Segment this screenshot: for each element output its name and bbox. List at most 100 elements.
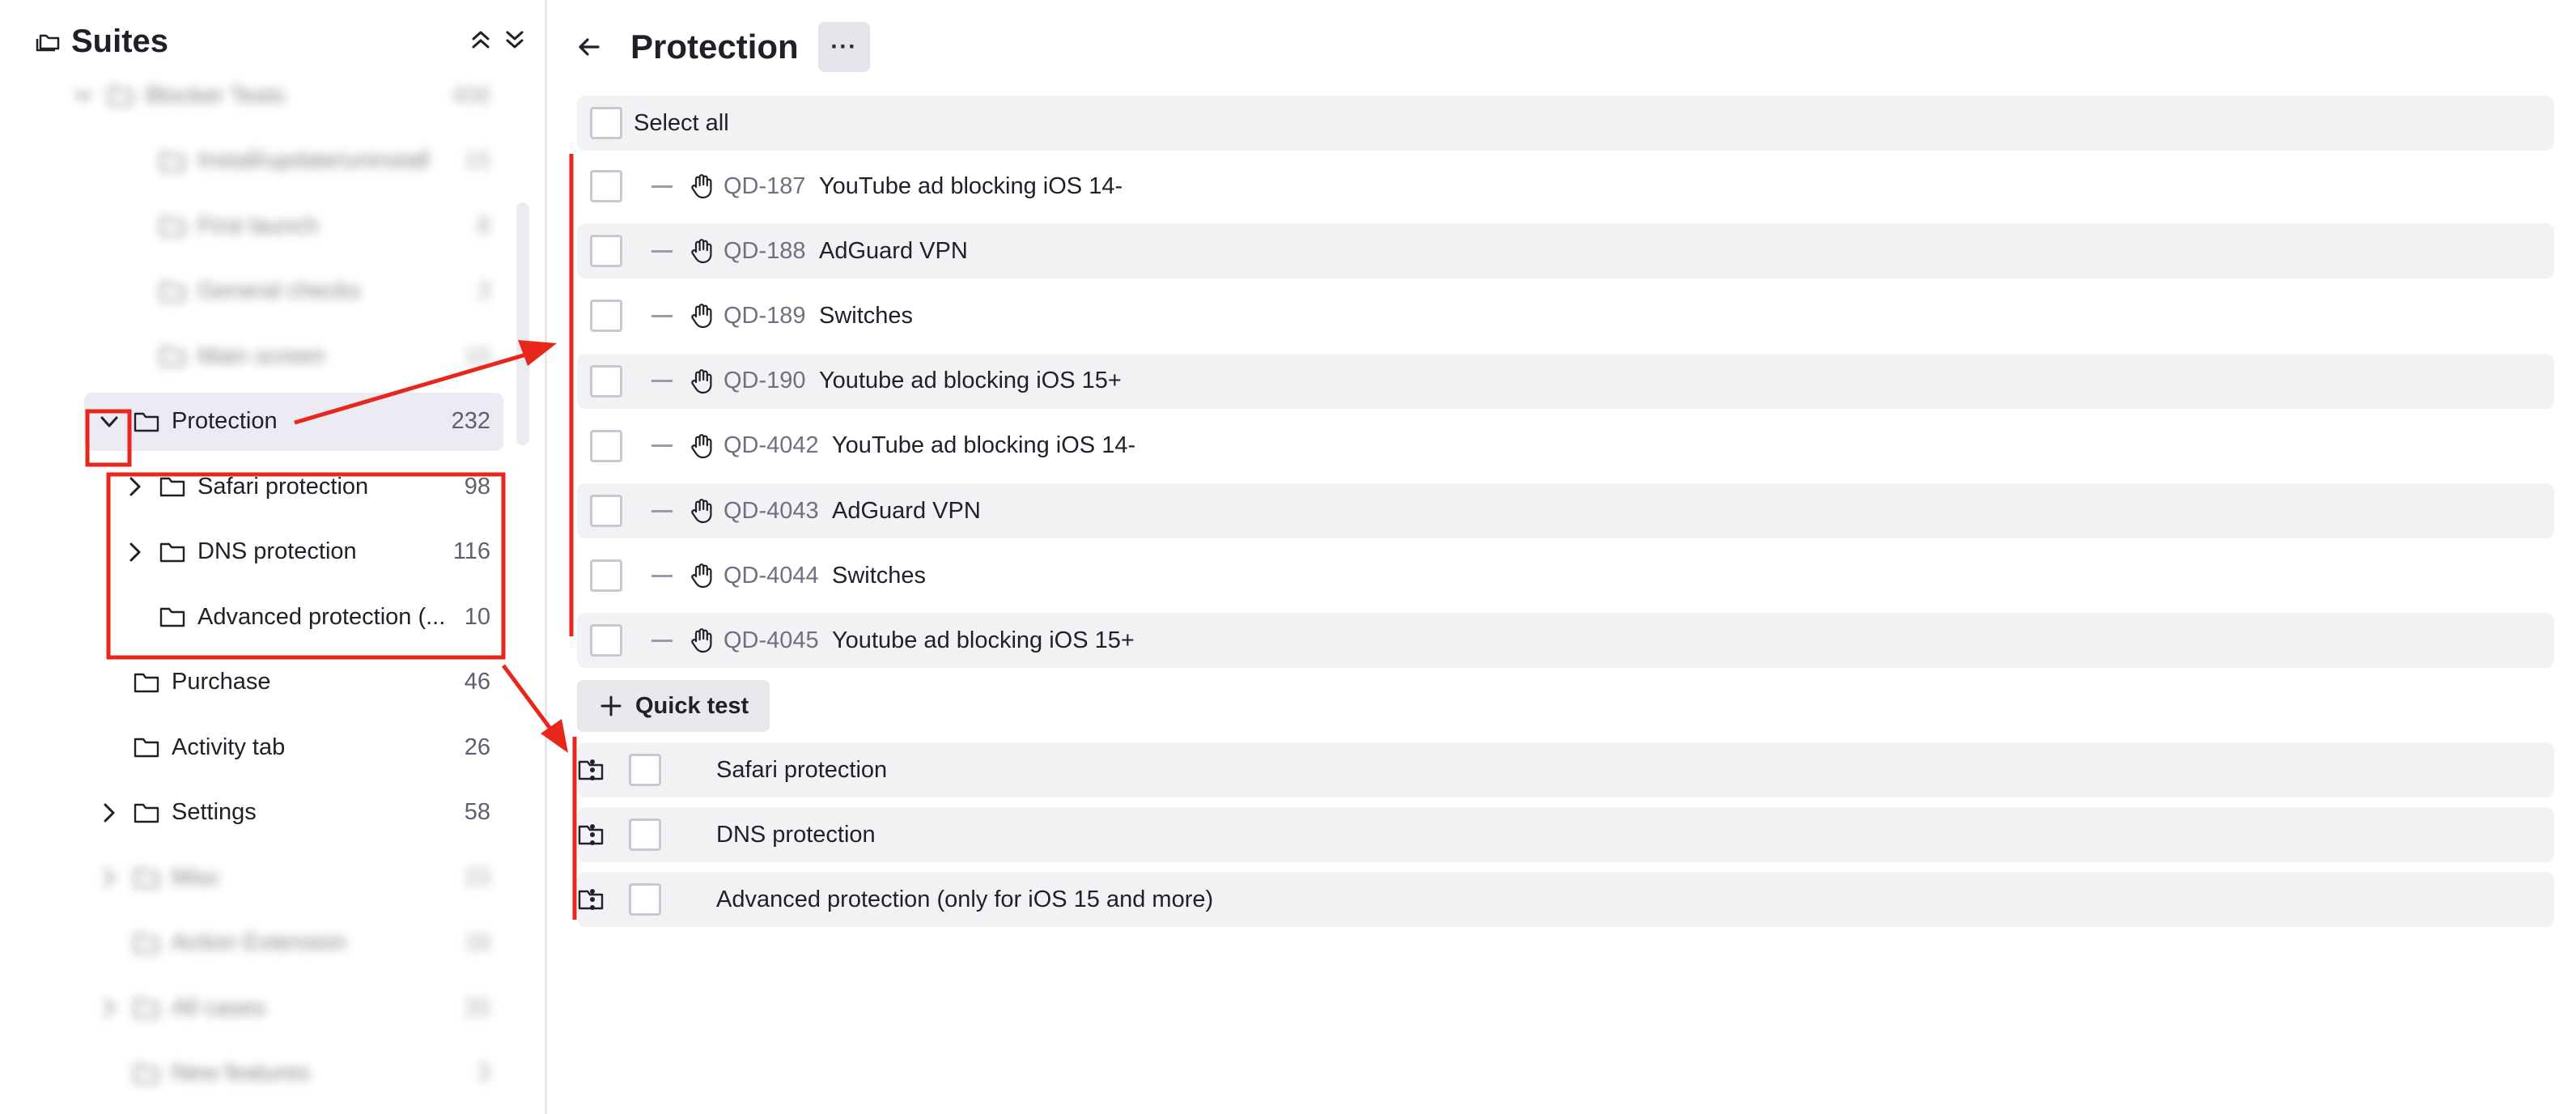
sidebar-item-settings[interactable]: Settings 58 (0, 784, 510, 842)
suite-label[interactable]: Safari protection (716, 757, 887, 784)
sidebar-header: Suites (36, 21, 168, 62)
case-title[interactable]: Youtube ad blocking iOS 15+ (819, 368, 1122, 394)
case-title[interactable]: Switches (819, 303, 913, 330)
case-id[interactable]: QD-4044 (724, 563, 819, 589)
folder-icon (159, 216, 185, 236)
priority-dash-icon (651, 639, 673, 642)
case-id[interactable]: QD-189 (724, 303, 806, 330)
sidebar-item-dns-protection[interactable]: DNS protection 116 (0, 523, 510, 581)
sidebar-item-count: 232 (451, 408, 490, 434)
case-checkbox[interactable] (590, 300, 622, 333)
collapse-all-icon[interactable] (469, 26, 492, 53)
quick-test-button[interactable]: Quick test (577, 680, 770, 732)
priority-dash-icon (651, 314, 673, 317)
case-row[interactable]: QD-4043 AdGuard VPN (577, 483, 2554, 538)
folder-icon (134, 998, 159, 1018)
case-row[interactable]: QD-187 YouTube ad blocking iOS 14- (577, 159, 2554, 214)
chevron-right-icon[interactable] (123, 540, 147, 564)
sidebar-item-action-extension[interactable]: Action Extension 16 (0, 914, 510, 972)
sidebar-item-safari-protection[interactable]: Safari protection 98 (0, 457, 510, 516)
more-icon: ··· (830, 33, 858, 60)
case-row[interactable]: QD-4045 Youtube ad blocking iOS 15+ (577, 613, 2554, 669)
sidebar-item-label: Settings (172, 799, 257, 825)
priority-dash-icon (651, 574, 673, 577)
case-checkbox[interactable] (590, 235, 622, 268)
sidebar-item-advanced-protection[interactable]: Advanced protection (... 10 (0, 588, 510, 646)
sidebar-item-blocker-tests[interactable]: Blocker Tests 406 (0, 66, 510, 125)
suite-label[interactable]: DNS protection (716, 822, 876, 848)
suite-checkbox[interactable] (629, 754, 661, 786)
sidebar-item-main-screen[interactable]: Main screen 10 (0, 327, 510, 385)
case-title[interactable]: YouTube ad blocking iOS 14- (819, 173, 1122, 200)
hand-icon (691, 499, 712, 524)
sidebar-item-count: 10 (464, 342, 490, 369)
case-id[interactable]: QD-190 (724, 368, 806, 394)
case-id[interactable]: QD-4043 (724, 498, 819, 525)
case-checkbox[interactable] (590, 624, 622, 657)
sidebar-item-all-cases[interactable]: All cases 20 (0, 979, 510, 1037)
hand-icon (691, 563, 712, 589)
quick-test-label: Quick test (635, 692, 749, 719)
suite-row[interactable]: DNS protection (577, 807, 2554, 862)
sidebar-item-activity-tab[interactable]: Activity tab 26 (0, 718, 510, 776)
expand-all-icon[interactable] (503, 26, 526, 53)
suite-checkbox[interactable] (629, 883, 661, 916)
suite-label[interactable]: Advanced protection (only for iOS 15 and… (716, 887, 1213, 913)
drag-handle-icon[interactable] (588, 887, 596, 912)
case-title[interactable]: AdGuard VPN (819, 238, 968, 265)
case-row[interactable]: QD-189 Switches (577, 288, 2554, 343)
case-id[interactable]: QD-4042 (724, 432, 819, 459)
case-title[interactable]: AdGuard VPN (832, 498, 981, 525)
sidebar-scrollbar[interactable] (516, 202, 529, 445)
sidebar-title: Suites (71, 23, 169, 59)
sidebar-item-count: 20 (464, 994, 490, 1021)
suites-icon (36, 34, 60, 52)
case-row[interactable]: QD-4042 YouTube ad blocking iOS 14- (577, 419, 2554, 474)
drag-handle-icon[interactable] (588, 758, 596, 782)
case-checkbox[interactable] (590, 559, 622, 593)
select-all-row[interactable]: Select all (577, 96, 2554, 151)
drag-handle-icon[interactable] (588, 823, 596, 847)
folder-icon (134, 803, 159, 823)
chevron-right-icon[interactable] (97, 801, 121, 825)
sidebar-item-count: 46 (464, 669, 490, 695)
case-checkbox[interactable] (590, 364, 622, 398)
sidebar-item-install-update-uninstall[interactable]: Install/update/uninstall 15 (0, 132, 510, 190)
sidebar-item-general-checks[interactable]: General checks 3 (0, 262, 510, 321)
chevron-right-icon[interactable] (123, 474, 147, 499)
case-row[interactable]: QD-4044 Switches (577, 548, 2554, 603)
case-id[interactable]: QD-4045 (724, 627, 819, 654)
sidebar-item-misc[interactable]: Misc 23 (0, 848, 510, 907)
hand-icon (691, 433, 712, 458)
case-checkbox[interactable] (590, 429, 622, 462)
hand-icon (691, 174, 712, 199)
sidebar-item-first-launch[interactable]: First launch 8 (0, 197, 510, 255)
sidebar-item-label: Safari protection (197, 473, 369, 500)
case-checkbox[interactable] (590, 170, 622, 202)
more-button[interactable]: ··· (817, 22, 870, 72)
case-id[interactable]: QD-188 (724, 238, 806, 265)
sidebar-item-label: DNS protection (197, 538, 357, 564)
sidebar-item-purchase[interactable]: Purchase 46 (0, 653, 510, 712)
case-row[interactable]: QD-188 AdGuard VPN (577, 223, 2554, 279)
suite-row[interactable]: Advanced protection (only for iOS 15 and… (577, 872, 2554, 927)
chevron-right-icon[interactable] (97, 996, 121, 1020)
case-row[interactable]: QD-190 Youtube ad blocking iOS 15+ (577, 353, 2554, 409)
case-id[interactable]: QD-187 (724, 173, 806, 200)
suites-sidebar: Suites Blocker Tests 406 Install/update/un… (0, 0, 547, 1114)
case-checkbox[interactable] (590, 495, 622, 527)
case-title[interactable]: YouTube ad blocking iOS 14- (832, 432, 1135, 459)
select-all-checkbox[interactable] (590, 107, 622, 139)
case-title[interactable]: Switches (832, 563, 926, 589)
chevron-down-icon[interactable] (97, 410, 121, 434)
priority-dash-icon (651, 509, 673, 512)
chevron-down-icon[interactable] (71, 83, 95, 108)
sidebar-item-protection[interactable]: Protection 232 (84, 392, 503, 451)
suite-checkbox[interactable] (629, 818, 661, 851)
sidebar-item-new-features[interactable]: New features 3 (0, 1044, 510, 1103)
case-title[interactable]: Youtube ad blocking iOS 15+ (832, 627, 1135, 654)
suite-row[interactable]: Safari protection (577, 742, 2554, 797)
chevron-right-icon[interactable] (97, 865, 121, 890)
back-arrow-icon[interactable] (574, 32, 605, 62)
sidebar-item-count: 98 (464, 473, 490, 500)
